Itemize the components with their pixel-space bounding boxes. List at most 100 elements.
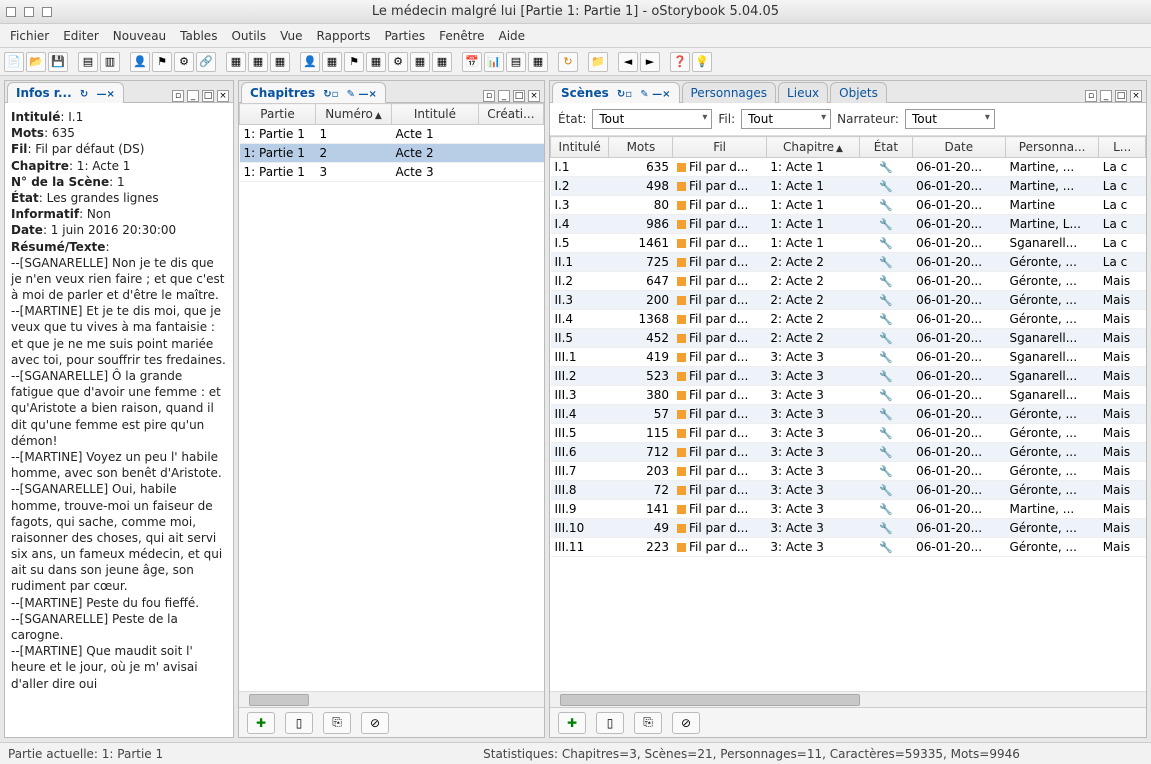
toolbar-grid4-icon[interactable]: ▦ — [322, 52, 342, 72]
toolbar-grid6-icon[interactable]: ▦ — [410, 52, 430, 72]
filter-fil-combo[interactable]: Tout — [741, 109, 831, 129]
toolbar-location2-icon[interactable]: ⚑ — [344, 52, 364, 72]
toolbar-new-icon[interactable]: 📄 — [4, 52, 24, 72]
pin-icon[interactable]: ✎ —× — [347, 89, 377, 100]
add-button[interactable]: ✚ — [558, 712, 586, 734]
chapters-scrollbar[interactable] — [239, 691, 544, 707]
table-row[interactable]: III.5115Fil par d...3: Acte 306-01-20...… — [551, 424, 1146, 443]
scenes-header-etat[interactable]: État — [860, 137, 913, 158]
toolbar-grid2-icon[interactable]: ▦ — [248, 52, 268, 72]
add-button[interactable]: ✚ — [247, 712, 275, 734]
table-row[interactable]: II.2647Fil par d...2: Acte 206-01-20...G… — [551, 272, 1146, 291]
tab-info[interactable]: Infos r... ↻ —× — [7, 82, 124, 103]
copy-button[interactable]: ⎘ — [634, 712, 662, 734]
toolbar-person2-icon[interactable]: 👤 — [300, 52, 320, 72]
toolbar-grid8-icon[interactable]: ▦ — [528, 52, 548, 72]
table-row[interactable]: I.4986Fil par d...1: Acte 106-01-20...Ma… — [551, 215, 1146, 234]
menu-rapports[interactable]: Rapports — [317, 29, 371, 43]
table-row[interactable]: III.1049Fil par d...3: Acte 306-01-20...… — [551, 519, 1146, 538]
toolbar-grid1-icon[interactable]: ▦ — [226, 52, 246, 72]
table-row[interactable]: 1: Partie 13Acte 3 — [240, 163, 544, 182]
toolbar-tree-icon[interactable]: ▤ — [506, 52, 526, 72]
refresh-icon[interactable]: ↻▫ — [617, 89, 632, 100]
menu-vue[interactable]: Vue — [280, 29, 302, 43]
chapters-header-intitule[interactable]: Intitulé — [392, 104, 479, 125]
tab-chapters[interactable]: Chapitres ↻▫ ✎ —× — [241, 82, 386, 103]
menu-outils[interactable]: Outils — [231, 29, 266, 43]
panel-close-icon[interactable]: × — [217, 90, 229, 102]
tab-personnages[interactable]: Personnages — [682, 82, 777, 103]
toolbar-open-icon[interactable]: 📂 — [26, 52, 46, 72]
table-row[interactable]: I.51461Fil par d...1: Acte 106-01-20...S… — [551, 234, 1146, 253]
menu-fenêtre[interactable]: Fenêtre — [439, 29, 484, 43]
pin-icon[interactable]: ✎ —× — [640, 89, 670, 100]
filter-etat-combo[interactable]: Tout — [592, 109, 712, 129]
scenes-scrollbar[interactable] — [550, 691, 1146, 707]
toolbar-grid7-icon[interactable]: ▦ — [432, 52, 452, 72]
table-row[interactable]: II.3200Fil par d...2: Acte 206-01-20...G… — [551, 291, 1146, 310]
filter-narrateur-combo[interactable]: Tout — [905, 109, 995, 129]
scenes-header-fil[interactable]: Fil — [673, 137, 766, 158]
toolbar-view1-icon[interactable]: ▤ — [78, 52, 98, 72]
chapters-header-numero[interactable]: Numéro▲ — [316, 104, 392, 125]
chapters-table[interactable]: Partie Numéro▲ Intitulé Créati... 1: Par… — [239, 103, 544, 182]
scenes-header-chapitre[interactable]: Chapitre▲ — [766, 137, 859, 158]
toolbar-folder-icon[interactable]: 📁 — [588, 52, 608, 72]
panel-float-icon[interactable]: ▫ — [1085, 90, 1097, 102]
copy-button[interactable]: ⎘ — [323, 712, 351, 734]
toolbar-back-icon[interactable]: ◄ — [618, 52, 638, 72]
table-row[interactable]: I.2498Fil par d...1: Acte 106-01-20...Ma… — [551, 177, 1146, 196]
menu-tables[interactable]: Tables — [180, 29, 217, 43]
table-row[interactable]: III.6712Fil par d...3: Acte 306-01-20...… — [551, 443, 1146, 462]
toolbar-calendar-icon[interactable]: 📅 — [462, 52, 482, 72]
table-row[interactable]: III.457Fil par d...3: Acte 306-01-20...G… — [551, 405, 1146, 424]
refresh-icon[interactable]: ↻ — [80, 89, 88, 100]
scenes-header-date[interactable]: Date — [912, 137, 1005, 158]
toolbar-tag-icon[interactable]: 🔗 — [196, 52, 216, 72]
toolbar-chart-icon[interactable]: 📊 — [484, 52, 504, 72]
table-row[interactable]: III.9141Fil par d...3: Acte 306-01-20...… — [551, 500, 1146, 519]
table-row[interactable]: III.2523Fil par d...3: Acte 306-01-20...… — [551, 367, 1146, 386]
menu-editer[interactable]: Editer — [63, 29, 99, 43]
panel-min-icon[interactable]: _ — [187, 90, 199, 102]
toolbar-person-icon[interactable]: 👤 — [130, 52, 150, 72]
scenes-header-mots[interactable]: Mots — [609, 137, 673, 158]
table-row[interactable]: I.380Fil par d...1: Acte 106-01-20...Mar… — [551, 196, 1146, 215]
panel-close-icon[interactable]: × — [528, 90, 540, 102]
refresh-icon[interactable]: ↻▫ — [323, 89, 338, 100]
toolbar-help-icon[interactable]: ❓ — [670, 52, 690, 72]
delete-button[interactable]: ⊘ — [361, 712, 389, 734]
panel-max-icon[interactable]: □ — [202, 90, 214, 102]
scenes-header-personnages[interactable]: Personna... — [1005, 137, 1098, 158]
toolbar-view2-icon[interactable]: ▥ — [100, 52, 120, 72]
toolbar-grid3-icon[interactable]: ▦ — [270, 52, 290, 72]
panel-float-icon[interactable]: ▫ — [172, 90, 184, 102]
toolbar-idea-icon[interactable]: 💡 — [692, 52, 712, 72]
pin-icon[interactable]: —× — [96, 89, 114, 100]
table-row[interactable]: II.5452Fil par d...2: Acte 206-01-20...S… — [551, 329, 1146, 348]
delete-button[interactable]: ⊘ — [672, 712, 700, 734]
panel-max-icon[interactable]: □ — [1115, 90, 1127, 102]
toolbar-refresh-icon[interactable]: ↻ — [558, 52, 578, 72]
panel-max-icon[interactable]: □ — [513, 90, 525, 102]
toolbar-item2-icon[interactable]: ⚙ — [388, 52, 408, 72]
panel-close-icon[interactable]: × — [1130, 90, 1142, 102]
chapters-header-partie[interactable]: Partie — [240, 104, 316, 125]
table-row[interactable]: III.7203Fil par d...3: Acte 306-01-20...… — [551, 462, 1146, 481]
table-row[interactable]: III.11223Fil par d...3: Acte 306-01-20..… — [551, 538, 1146, 557]
table-row[interactable]: II.1725Fil par d...2: Acte 206-01-20...G… — [551, 253, 1146, 272]
table-row[interactable]: I.1635Fil par d...1: Acte 106-01-20...Ma… — [551, 158, 1146, 177]
toolbar-save-icon[interactable]: 💾 — [48, 52, 68, 72]
panel-min-icon[interactable]: _ — [498, 90, 510, 102]
toolbar-item-icon[interactable]: ⚙ — [174, 52, 194, 72]
tab-objets[interactable]: Objets — [830, 82, 887, 103]
table-row[interactable]: II.41368Fil par d...2: Acte 206-01-20...… — [551, 310, 1146, 329]
panel-float-icon[interactable]: ▫ — [483, 90, 495, 102]
panel-min-icon[interactable]: _ — [1100, 90, 1112, 102]
toolbar-location-icon[interactable]: ⚑ — [152, 52, 172, 72]
toolbar-grid5-icon[interactable]: ▦ — [366, 52, 386, 72]
edit-button[interactable]: ▯ — [596, 712, 624, 734]
menu-parties[interactable]: Parties — [384, 29, 425, 43]
table-row[interactable]: III.872Fil par d...3: Acte 306-01-20...G… — [551, 481, 1146, 500]
table-row[interactable]: III.3380Fil par d...3: Acte 306-01-20...… — [551, 386, 1146, 405]
